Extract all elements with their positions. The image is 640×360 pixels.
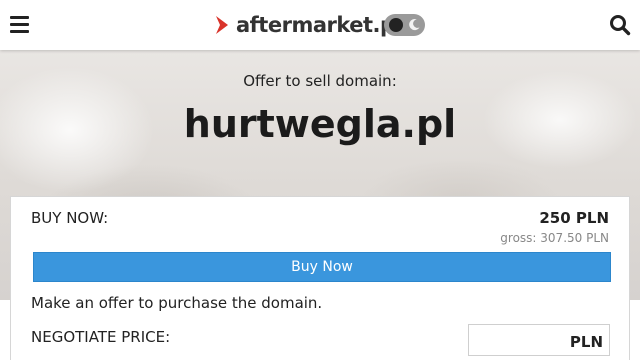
purchase-card: BUY NOW: 250 PLN gross: 307.50 PLN Buy N… <box>10 196 630 360</box>
theme-toggle[interactable] <box>384 14 425 36</box>
offer-price-input[interactable] <box>473 329 563 351</box>
negotiate-price-label: NEGOTIATE PRICE: <box>31 328 171 346</box>
domain-name: hurtwegla.pl <box>183 102 457 146</box>
logo-chevron-icon <box>216 16 228 34</box>
offer-price-field[interactable]: PLN <box>468 324 610 356</box>
search-icon[interactable] <box>609 14 631 36</box>
buy-now-label: BUY NOW: <box>31 209 109 227</box>
moon-icon <box>409 18 420 31</box>
offer-description: Make an offer to purchase the domain. <box>31 294 323 312</box>
currency-label: PLN <box>569 333 603 351</box>
logo-text: aftermarket.pl <box>236 13 402 37</box>
net-price: 250 PLN <box>539 209 609 227</box>
hamburger-menu-icon[interactable] <box>10 16 29 33</box>
buy-now-button[interactable]: Buy Now <box>33 252 611 282</box>
toggle-knob <box>389 18 403 32</box>
site-logo[interactable]: aftermarket.pl <box>214 11 402 39</box>
gross-price: gross: 307.50 PLN <box>500 231 609 245</box>
top-header: aftermarket.pl <box>0 0 640 50</box>
offer-label: Offer to sell domain: <box>243 72 397 90</box>
